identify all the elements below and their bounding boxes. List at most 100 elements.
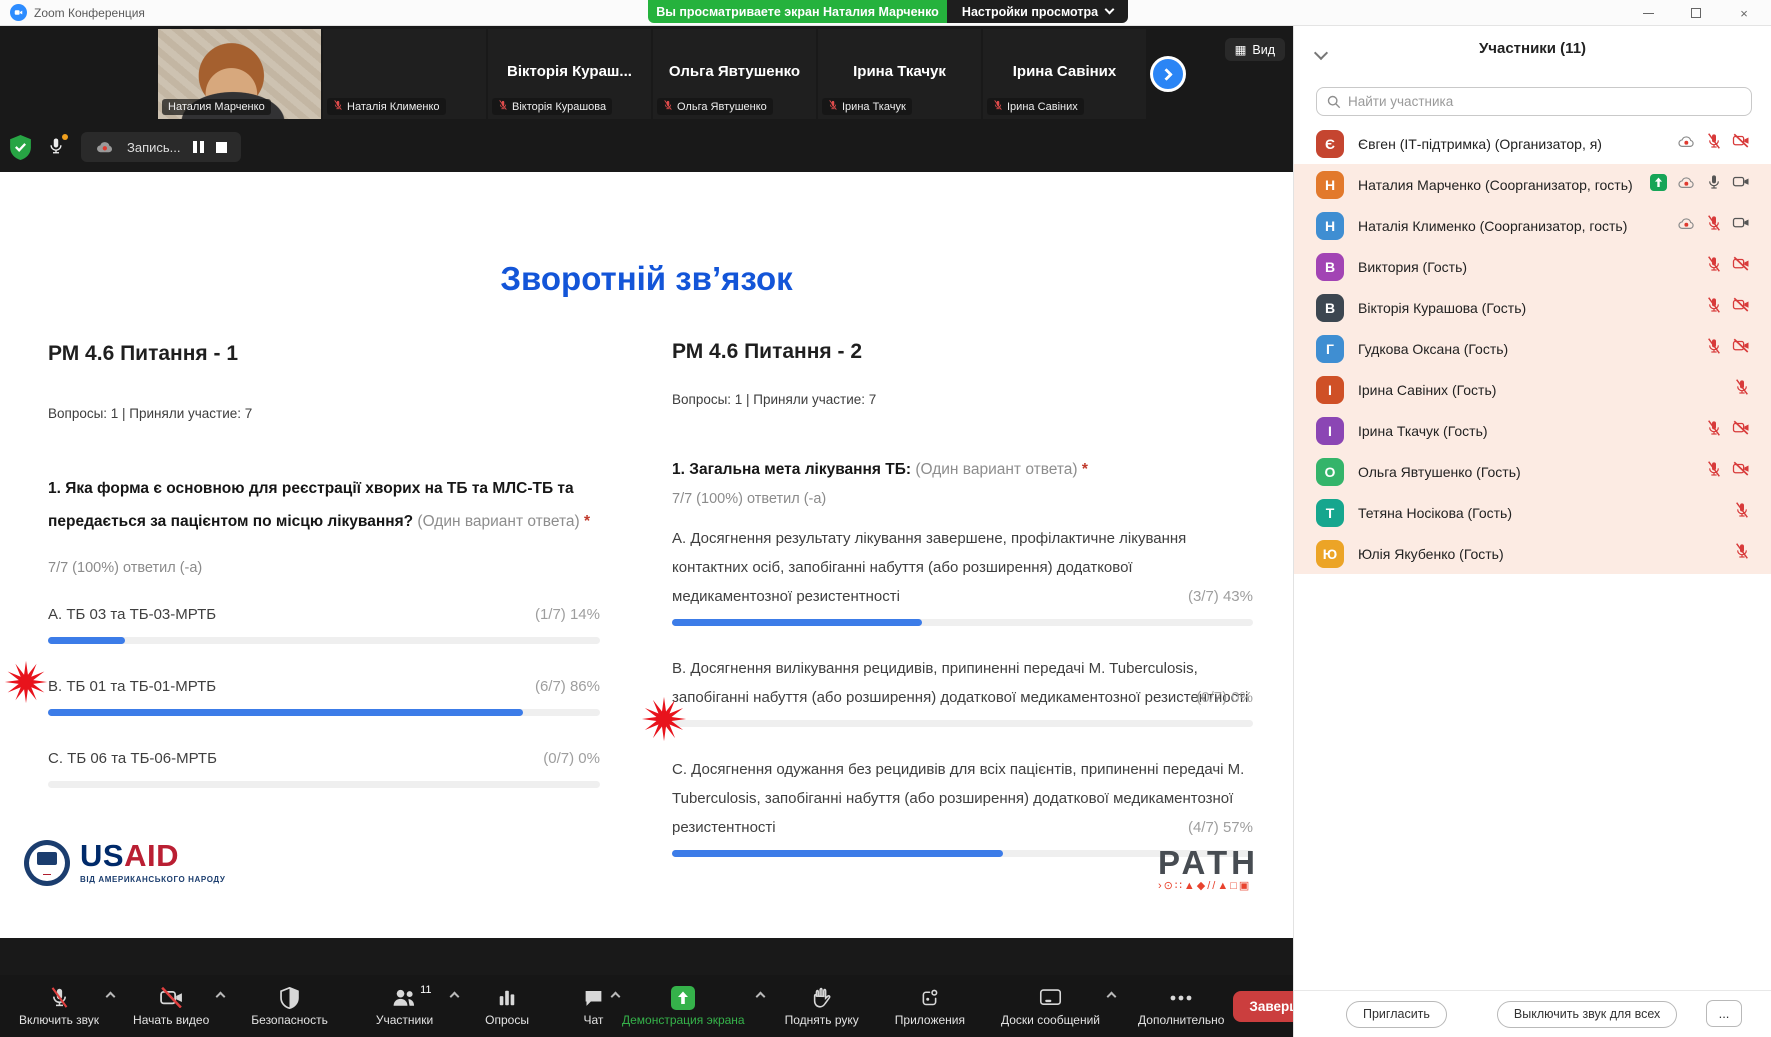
polls-button[interactable]: Опросы: [476, 977, 538, 1035]
chevron-up-icon[interactable]: [450, 992, 460, 1002]
question-note: (Один вариант ответа): [915, 461, 1077, 478]
share-screen-icon: [671, 986, 695, 1010]
camera-muted-icon[interactable]: [1732, 461, 1750, 481]
participant-row[interactable]: І Ірина Савіних (Гость): [1294, 369, 1771, 410]
mic-muted-icon[interactable]: [1734, 502, 1750, 523]
chat-button[interactable]: Чат: [574, 977, 613, 1035]
chevron-up-icon[interactable]: [1107, 992, 1117, 1002]
participant-row[interactable]: Н Наталия Марченко (Соорганизатор, гость…: [1294, 164, 1771, 205]
view-settings-button[interactable]: Настройки просмотра: [947, 0, 1128, 23]
video-tile[interactable]: Наталія Клименко: [323, 29, 486, 119]
participant-status-icons: [1706, 338, 1750, 359]
minimize-button[interactable]: [1637, 3, 1659, 23]
stop-recording-button[interactable]: [216, 142, 227, 153]
participant-row[interactable]: І Ірина Ткачук (Гость): [1294, 410, 1771, 451]
participants-button[interactable]: 11 Участники: [367, 977, 442, 1035]
mute-all-button[interactable]: Выключить звук для всех: [1497, 1001, 1677, 1028]
close-button[interactable]: ×: [1733, 3, 1755, 23]
participant-row[interactable]: Н Наталія Клименко (Соорганизатор, гость…: [1294, 205, 1771, 246]
view-button[interactable]: ▦ Вид: [1225, 38, 1285, 61]
starburst-annotation-icon: [641, 696, 687, 742]
security-button[interactable]: Безопасность: [242, 977, 337, 1035]
more-button[interactable]: Дополнительно: [1129, 977, 1233, 1035]
tile-name-label: Ольга Явтушенко: [657, 98, 773, 115]
participant-row[interactable]: О Ольга Явтушенко (Гость): [1294, 451, 1771, 492]
mic-on-icon[interactable]: [1706, 174, 1722, 195]
tile-name-label: Наталія Клименко: [327, 98, 446, 115]
invite-button[interactable]: Пригласить: [1346, 1001, 1447, 1028]
option-bar-fill: [48, 637, 125, 644]
maximize-button[interactable]: [1685, 3, 1707, 23]
avatar: В: [1316, 253, 1344, 281]
participant-row[interactable]: В Вікторія Курашова (Гость): [1294, 287, 1771, 328]
participant-row[interactable]: В Виктория (Гость): [1294, 246, 1771, 287]
raise-hand-button[interactable]: Поднять руку: [776, 977, 868, 1035]
mic-muted-icon[interactable]: [1706, 256, 1722, 277]
mic-muted-icon[interactable]: [1734, 379, 1750, 400]
poll-option: В. Досягнення вилікування рецидивів, при…: [672, 654, 1253, 727]
mic-muted-icon: [993, 100, 1003, 113]
chat-icon: [583, 986, 604, 1010]
whiteboards-button[interactable]: Доски сообщений: [992, 977, 1109, 1035]
chevron-up-icon[interactable]: [216, 992, 226, 1002]
share-screen-button[interactable]: Демонстрация экрана: [613, 977, 754, 1035]
option-score: (0/7) 0%: [543, 744, 600, 773]
chevron-up-icon[interactable]: [106, 992, 116, 1002]
mic-muted-icon[interactable]: [1706, 133, 1722, 154]
video-tile[interactable]: Наталия Марченко: [158, 29, 321, 119]
search-input[interactable]: [1348, 94, 1741, 109]
participant-row[interactable]: Г Гудкова Оксана (Гость): [1294, 328, 1771, 369]
video-tile[interactable]: Вікторія Кураш...Вікторія Курашова: [488, 29, 651, 119]
next-participants-button[interactable]: [1150, 56, 1186, 92]
participant-search[interactable]: [1316, 87, 1752, 116]
video-tile[interactable]: Ірина ТкачукІрина Ткачук: [818, 29, 981, 119]
chevron-up-icon[interactable]: [755, 992, 765, 1002]
poll-option: С. ТБ 06 та ТБ-06-МРТБ(0/7) 0%: [48, 744, 600, 788]
video-tile[interactable]: Ольга ЯвтушенкоОльга Явтушенко: [653, 29, 816, 119]
mic-muted-icon[interactable]: [1706, 461, 1722, 482]
mic-status-icon[interactable]: [47, 135, 67, 159]
avatar: Н: [1316, 212, 1344, 240]
option-bar-track: [48, 637, 600, 644]
mic-muted-icon[interactable]: [1706, 215, 1722, 236]
chevron-right-icon: [1160, 68, 1173, 81]
camera-muted-icon[interactable]: [1732, 133, 1750, 153]
unmute-button[interactable]: Включить звук: [10, 977, 108, 1035]
title-bar: Zoom Конференция Вы просматриваете экран…: [0, 0, 1771, 26]
camera-on-icon[interactable]: [1732, 215, 1750, 235]
path-logo: PATH ›⊙∷▲◆//▲□▣: [1158, 848, 1259, 892]
mic-muted-icon[interactable]: [1706, 420, 1722, 441]
option-bar-track: [672, 619, 1253, 626]
mic-muted-icon[interactable]: [1706, 297, 1722, 318]
video-tile[interactable]: Ірина СавінихІрина Савіних: [983, 29, 1146, 119]
avatar: І: [1316, 417, 1344, 445]
camera-muted-icon[interactable]: [1732, 297, 1750, 317]
participant-name: Наталія Клименко (Соорганизатор, гость): [1358, 218, 1663, 234]
apps-button[interactable]: Приложения: [886, 977, 974, 1035]
camera-muted-icon[interactable]: [1732, 420, 1750, 440]
participant-row[interactable]: Т Тетяна Носікова (Гость): [1294, 492, 1771, 533]
option-score: (6/7) 86%: [535, 672, 600, 701]
camera-muted-icon[interactable]: [1732, 256, 1750, 276]
poll-answered: 7/7 (100%) ответил (-а): [48, 560, 202, 576]
participants-count-badge: 11: [420, 984, 431, 996]
camera-on-icon[interactable]: [1732, 174, 1750, 194]
mic-muted-icon[interactable]: [1706, 338, 1722, 359]
pause-recording-button[interactable]: [193, 141, 204, 153]
start-video-button[interactable]: Начать видео: [124, 977, 218, 1035]
zoom-window: Zoom Конференция Вы просматриваете экран…: [0, 0, 1771, 1037]
camera-muted-icon[interactable]: [1732, 338, 1750, 358]
option-bar-fill: [48, 709, 523, 716]
option-score: (0/7) 0%: [1196, 683, 1253, 712]
slide-title: Зворотній зв’язок: [0, 260, 1293, 298]
shield-icon: [279, 986, 300, 1010]
participant-row[interactable]: Є Євген (ІТ-підтримка) (Организатор, я): [1294, 123, 1771, 164]
footer-more-button[interactable]: ...: [1706, 1000, 1742, 1027]
meeting-toolbar: Включить звук Начать видео Безопасность …: [0, 975, 1293, 1037]
mic-muted-icon[interactable]: [1734, 543, 1750, 564]
option-bar-track: [48, 709, 600, 716]
participant-row[interactable]: Ю Юлія Якубенко (Гость): [1294, 533, 1771, 574]
poll-option: А. ТБ 03 та ТБ-03-МРТБ(1/7) 14%: [48, 600, 600, 644]
participant-status-icons: [1734, 543, 1750, 564]
security-shield-icon[interactable]: [8, 134, 33, 161]
